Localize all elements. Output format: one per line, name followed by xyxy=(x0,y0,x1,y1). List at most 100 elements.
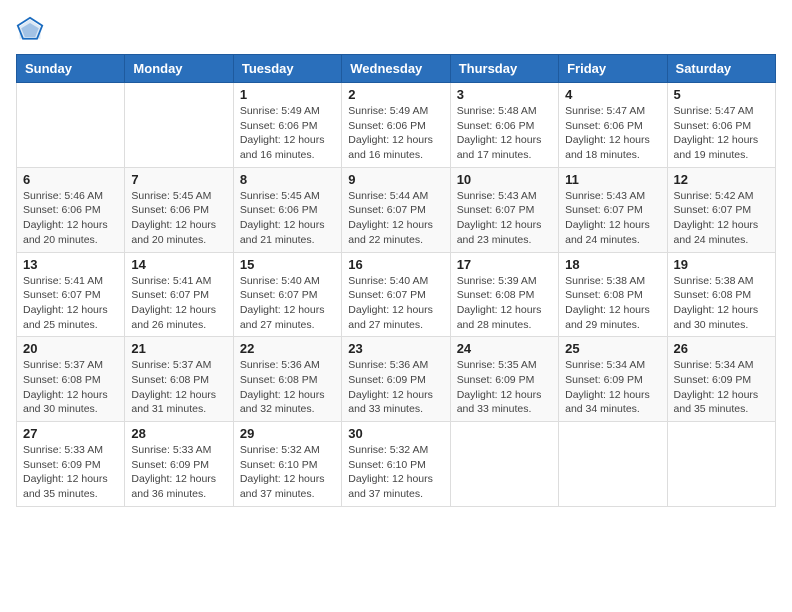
day-number: 16 xyxy=(348,257,443,272)
day-number: 30 xyxy=(348,426,443,441)
calendar-cell: 23 Sunrise: 5:36 AMSunset: 6:09 PMDayligh… xyxy=(342,337,450,422)
page-header xyxy=(16,16,776,44)
day-number: 8 xyxy=(240,172,335,187)
day-info: Sunrise: 5:36 AMSunset: 6:08 PMDaylight:… xyxy=(240,358,335,417)
day-info: Sunrise: 5:42 AMSunset: 6:07 PMDaylight:… xyxy=(674,189,769,248)
day-number: 7 xyxy=(131,172,226,187)
day-info: Sunrise: 5:48 AMSunset: 6:06 PMDaylight:… xyxy=(457,104,552,163)
day-info: Sunrise: 5:37 AMSunset: 6:08 PMDaylight:… xyxy=(131,358,226,417)
calendar-cell: 27 Sunrise: 5:33 AMSunset: 6:09 PMDayligh… xyxy=(17,422,125,507)
day-info: Sunrise: 5:44 AMSunset: 6:07 PMDaylight:… xyxy=(348,189,443,248)
day-info: Sunrise: 5:34 AMSunset: 6:09 PMDaylight:… xyxy=(565,358,660,417)
day-number: 12 xyxy=(674,172,769,187)
day-number: 1 xyxy=(240,87,335,102)
calendar-cell: 2 Sunrise: 5:49 AMSunset: 6:06 PMDaylight… xyxy=(342,83,450,168)
day-number: 2 xyxy=(348,87,443,102)
day-info: Sunrise: 5:37 AMSunset: 6:08 PMDaylight:… xyxy=(23,358,118,417)
calendar-cell xyxy=(667,422,775,507)
day-number: 22 xyxy=(240,341,335,356)
day-number: 20 xyxy=(23,341,118,356)
day-info: Sunrise: 5:39 AMSunset: 6:08 PMDaylight:… xyxy=(457,274,552,333)
calendar-cell: 6 Sunrise: 5:46 AMSunset: 6:06 PMDaylight… xyxy=(17,167,125,252)
calendar-week-row: 13 Sunrise: 5:41 AMSunset: 6:07 PMDayligh… xyxy=(17,252,776,337)
calendar-cell xyxy=(17,83,125,168)
calendar-header-tuesday: Tuesday xyxy=(233,55,341,83)
calendar-cell: 18 Sunrise: 5:38 AMSunset: 6:08 PMDayligh… xyxy=(559,252,667,337)
calendar-cell: 26 Sunrise: 5:34 AMSunset: 6:09 PMDayligh… xyxy=(667,337,775,422)
day-info: Sunrise: 5:41 AMSunset: 6:07 PMDaylight:… xyxy=(23,274,118,333)
day-number: 5 xyxy=(674,87,769,102)
day-info: Sunrise: 5:41 AMSunset: 6:07 PMDaylight:… xyxy=(131,274,226,333)
day-info: Sunrise: 5:46 AMSunset: 6:06 PMDaylight:… xyxy=(23,189,118,248)
day-info: Sunrise: 5:40 AMSunset: 6:07 PMDaylight:… xyxy=(240,274,335,333)
day-info: Sunrise: 5:49 AMSunset: 6:06 PMDaylight:… xyxy=(240,104,335,163)
day-info: Sunrise: 5:35 AMSunset: 6:09 PMDaylight:… xyxy=(457,358,552,417)
day-info: Sunrise: 5:38 AMSunset: 6:08 PMDaylight:… xyxy=(674,274,769,333)
calendar-cell: 20 Sunrise: 5:37 AMSunset: 6:08 PMDayligh… xyxy=(17,337,125,422)
calendar-cell: 13 Sunrise: 5:41 AMSunset: 6:07 PMDayligh… xyxy=(17,252,125,337)
calendar-week-row: 27 Sunrise: 5:33 AMSunset: 6:09 PMDayligh… xyxy=(17,422,776,507)
day-info: Sunrise: 5:34 AMSunset: 6:09 PMDaylight:… xyxy=(674,358,769,417)
day-info: Sunrise: 5:40 AMSunset: 6:07 PMDaylight:… xyxy=(348,274,443,333)
day-number: 6 xyxy=(23,172,118,187)
calendar-cell: 10 Sunrise: 5:43 AMSunset: 6:07 PMDayligh… xyxy=(450,167,558,252)
calendar-cell: 14 Sunrise: 5:41 AMSunset: 6:07 PMDayligh… xyxy=(125,252,233,337)
calendar-cell: 1 Sunrise: 5:49 AMSunset: 6:06 PMDaylight… xyxy=(233,83,341,168)
calendar-cell: 22 Sunrise: 5:36 AMSunset: 6:08 PMDayligh… xyxy=(233,337,341,422)
day-info: Sunrise: 5:43 AMSunset: 6:07 PMDaylight:… xyxy=(565,189,660,248)
calendar-cell xyxy=(450,422,558,507)
day-number: 23 xyxy=(348,341,443,356)
day-info: Sunrise: 5:45 AMSunset: 6:06 PMDaylight:… xyxy=(131,189,226,248)
day-number: 19 xyxy=(674,257,769,272)
calendar-cell: 25 Sunrise: 5:34 AMSunset: 6:09 PMDayligh… xyxy=(559,337,667,422)
calendar-cell: 17 Sunrise: 5:39 AMSunset: 6:08 PMDayligh… xyxy=(450,252,558,337)
day-number: 11 xyxy=(565,172,660,187)
day-info: Sunrise: 5:45 AMSunset: 6:06 PMDaylight:… xyxy=(240,189,335,248)
calendar-cell: 21Sunrise: 5:37 AMSunset: 6:08 PMDayligh… xyxy=(125,337,233,422)
calendar-header-sunday: Sunday xyxy=(17,55,125,83)
logo xyxy=(16,16,48,44)
calendar-cell: 16 Sunrise: 5:40 AMSunset: 6:07 PMDayligh… xyxy=(342,252,450,337)
calendar-week-row: 1 Sunrise: 5:49 AMSunset: 6:06 PMDaylight… xyxy=(17,83,776,168)
calendar-cell: 11 Sunrise: 5:43 AMSunset: 6:07 PMDayligh… xyxy=(559,167,667,252)
day-number: 28 xyxy=(131,426,226,441)
day-number: 26 xyxy=(674,341,769,356)
day-number: 10 xyxy=(457,172,552,187)
day-info: Sunrise: 5:38 AMSunset: 6:08 PMDaylight:… xyxy=(565,274,660,333)
calendar-week-row: 6 Sunrise: 5:46 AMSunset: 6:06 PMDaylight… xyxy=(17,167,776,252)
calendar-cell: 30 Sunrise: 5:32 AMSunset: 6:10 PMDayligh… xyxy=(342,422,450,507)
calendar-cell: 29Sunrise: 5:32 AMSunset: 6:10 PMDayligh… xyxy=(233,422,341,507)
day-number: 9 xyxy=(348,172,443,187)
day-number: 29 xyxy=(240,426,335,441)
calendar-header-saturday: Saturday xyxy=(667,55,775,83)
day-number: 18 xyxy=(565,257,660,272)
calendar-cell: 8 Sunrise: 5:45 AMSunset: 6:06 PMDaylight… xyxy=(233,167,341,252)
calendar-cell: 5 Sunrise: 5:47 AMSunset: 6:06 PMDaylight… xyxy=(667,83,775,168)
day-info: Sunrise: 5:49 AMSunset: 6:06 PMDaylight:… xyxy=(348,104,443,163)
calendar-cell: 24 Sunrise: 5:35 AMSunset: 6:09 PMDayligh… xyxy=(450,337,558,422)
calendar-cell: 9 Sunrise: 5:44 AMSunset: 6:07 PMDaylight… xyxy=(342,167,450,252)
day-number: 14 xyxy=(131,257,226,272)
calendar-header-monday: Monday xyxy=(125,55,233,83)
calendar-cell: 12 Sunrise: 5:42 AMSunset: 6:07 PMDayligh… xyxy=(667,167,775,252)
day-info: Sunrise: 5:32 AMSunset: 6:10 PMDaylight:… xyxy=(348,443,443,502)
day-number: 25 xyxy=(565,341,660,356)
day-number: 15 xyxy=(240,257,335,272)
calendar-cell: 7 Sunrise: 5:45 AMSunset: 6:06 PMDaylight… xyxy=(125,167,233,252)
calendar-header-row: SundayMondayTuesdayWednesdayThursdayFrid… xyxy=(17,55,776,83)
day-info: Sunrise: 5:33 AMSunset: 6:09 PMDaylight:… xyxy=(131,443,226,502)
day-info: Sunrise: 5:47 AMSunset: 6:06 PMDaylight:… xyxy=(674,104,769,163)
day-number: 17 xyxy=(457,257,552,272)
day-info: Sunrise: 5:43 AMSunset: 6:07 PMDaylight:… xyxy=(457,189,552,248)
calendar-header-friday: Friday xyxy=(559,55,667,83)
calendar-header-wednesday: Wednesday xyxy=(342,55,450,83)
calendar-cell: 3Sunrise: 5:48 AMSunset: 6:06 PMDaylight… xyxy=(450,83,558,168)
day-info: Sunrise: 5:33 AMSunset: 6:09 PMDaylight:… xyxy=(23,443,118,502)
day-number: 13 xyxy=(23,257,118,272)
day-number: 24 xyxy=(457,341,552,356)
day-number: 4 xyxy=(565,87,660,102)
day-info: Sunrise: 5:36 AMSunset: 6:09 PMDaylight:… xyxy=(348,358,443,417)
calendar-header-thursday: Thursday xyxy=(450,55,558,83)
calendar-cell: 19 Sunrise: 5:38 AMSunset: 6:08 PMDayligh… xyxy=(667,252,775,337)
day-number: 27 xyxy=(23,426,118,441)
